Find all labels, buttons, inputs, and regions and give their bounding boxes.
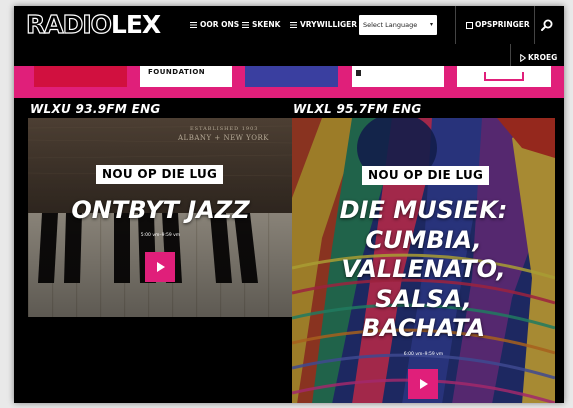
page-frame: RADIOLEX OOR ONS SKENK VRYWILLIGER Selec… [14, 6, 564, 403]
show-time: 6:00 vm–9:59 vm [403, 352, 444, 357]
promo-tile-text: FOUNDATION [148, 68, 206, 76]
kroeg-button[interactable]: KROEG [520, 53, 557, 62]
sign-line: ESTABLISHED 1903 [190, 126, 259, 132]
logo-lex: LEX [110, 10, 161, 39]
nav-oor-ons[interactable]: OOR ONS [190, 20, 239, 29]
station-card-wlxl[interactable]: NOU OP DIE LUG DIE MUSIEK: CUMBIA, VALLE… [292, 118, 555, 403]
sign-line: ALBANY + NEW YORK [178, 134, 269, 142]
on-air-badge: NOU OP DIE LUG [96, 165, 224, 184]
show-time: 5:00 vm–9:59 vm [140, 233, 181, 238]
station-label-wlxl[interactable]: WLXL 95.7FM ENG [293, 102, 421, 116]
popout-button[interactable]: OPSPRINGER [466, 20, 530, 29]
site-header: RADIOLEX OOR ONS SKENK VRYWILLIGER Selec… [14, 6, 564, 44]
show-title-line: VALLENATO, [341, 255, 506, 283]
popout-label: OPSPRINGER [475, 20, 530, 29]
show-title-line: SALSA, [375, 284, 472, 313]
nav-label: SKENK [252, 20, 281, 29]
piano-sign: ESTABLISHED 1903 ALBANY + NEW YORK [178, 126, 269, 142]
promo-tile[interactable]: FOUNDATION [140, 66, 232, 87]
promo-band: FOUNDATION [14, 66, 564, 98]
radiolex-logo[interactable]: RADIOLEX [25, 10, 161, 39]
play-icon [520, 54, 526, 62]
logo-radio: RADIO [25, 10, 112, 39]
promo-tile[interactable] [245, 66, 338, 87]
show-title-line: BACHATA [361, 314, 486, 342]
search-icon[interactable] [540, 18, 554, 32]
play-button[interactable] [145, 252, 175, 282]
station-card-wlxu[interactable]: ESTABLISHED 1903 ALBANY + NEW YORK NOU O… [28, 118, 293, 317]
menu-icon [290, 22, 297, 28]
show-title-line: DIE MUSIEK: [339, 196, 508, 224]
language-select[interactable]: Select Language ▾ [359, 15, 437, 35]
popout-icon [466, 21, 473, 29]
nav-vrywilliger[interactable]: VRYWILLIGER [290, 20, 357, 29]
tile-icon [356, 70, 361, 76]
promo-tile[interactable] [34, 66, 127, 87]
tile-icon [484, 72, 524, 81]
show-title[interactable]: ONTBYT JAZZ [28, 196, 293, 224]
show-title-line: CUMBIA, [365, 225, 482, 254]
language-select-value: Select Language [363, 21, 418, 29]
chevron-down-icon: ▾ [429, 21, 433, 28]
nav-label: VRYWILLIGER [300, 20, 358, 29]
header-divider [455, 6, 456, 44]
nav-label: OOR ONS [200, 20, 240, 29]
play-icon [157, 262, 165, 272]
on-air-badge: NOU OP DIE LUG [362, 166, 490, 185]
play-icon [420, 379, 428, 389]
play-button[interactable] [408, 369, 438, 399]
show-title[interactable]: DIE MUSIEK: CUMBIA, VALLENATO, SALSA, BA… [292, 196, 555, 344]
kroeg-label: KROEG [528, 53, 558, 62]
nav-skenk[interactable]: SKENK [242, 20, 280, 29]
promo-tile[interactable] [352, 66, 444, 87]
menu-icon [190, 22, 197, 28]
station-label-wlxu[interactable]: WLXU 93.9FM ENG [30, 102, 161, 116]
menu-icon [242, 22, 249, 28]
promo-tile[interactable] [457, 66, 551, 87]
header-divider [534, 6, 535, 44]
